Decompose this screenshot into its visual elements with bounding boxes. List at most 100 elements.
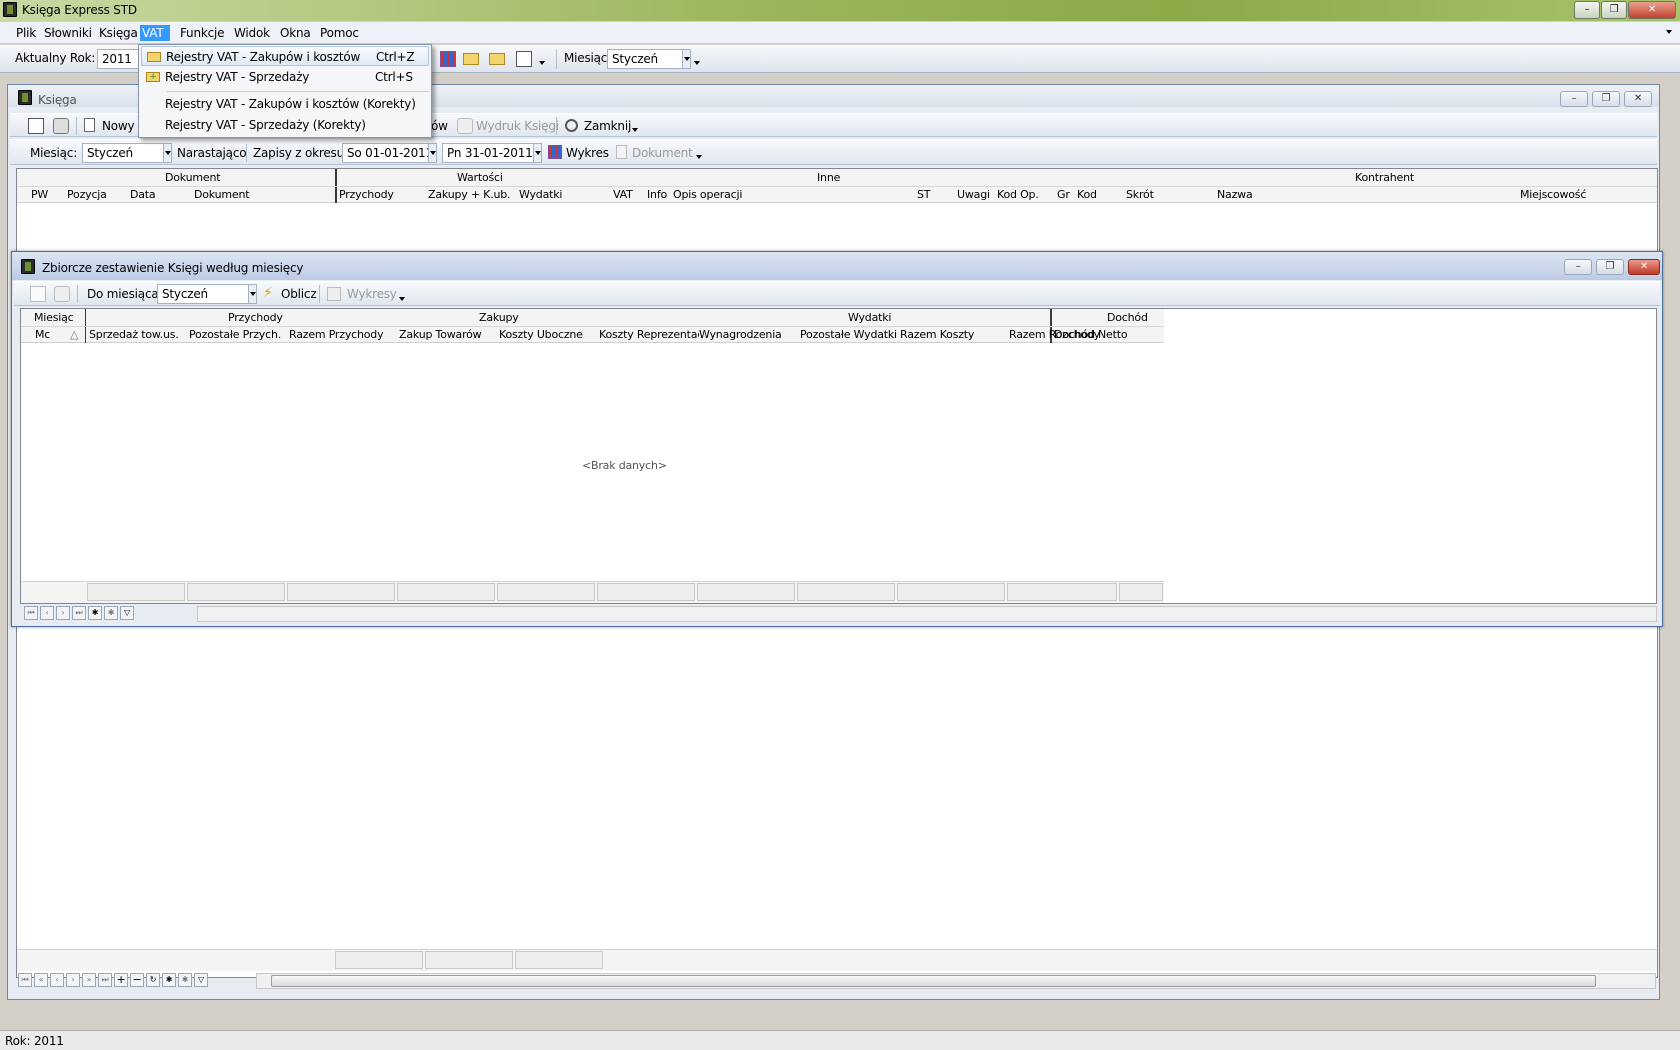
column-header-miejscowosc[interactable]: Miejscowość (1520, 187, 1586, 203)
menu-item-vat-sales-corrections[interactable]: Rejestry VAT - Sprzedaży (Korekty) (141, 115, 429, 135)
column-header-st[interactable]: ST (917, 187, 931, 203)
date-to-input[interactable]: Pn 31-01-2011 (442, 143, 542, 163)
last-record-icon[interactable]: ⏭ (98, 973, 112, 987)
restore-button[interactable]: ❐ (1601, 1, 1627, 19)
ksiega-hscrollbar[interactable] (256, 973, 1656, 989)
filter-icon[interactable]: ▽ (120, 606, 134, 620)
column-header-pozostale-przych[interactable]: Pozostałe Przych. (189, 327, 281, 343)
next-record-icon[interactable]: › (56, 606, 70, 620)
refresh-icon[interactable]: ↻ (146, 973, 160, 987)
chevron-down-icon[interactable] (399, 297, 405, 304)
column-header-wydatki[interactable]: Wydatki (519, 187, 562, 203)
column-header-vat[interactable]: VAT (613, 187, 633, 203)
chevron-down-icon[interactable] (694, 61, 700, 68)
zbiorcze-minimize-button[interactable]: – (1564, 259, 1592, 275)
goto-bookmark-icon[interactable]: ✱ (178, 973, 192, 987)
zbiorcze-close-button[interactable]: ✕ (1628, 259, 1660, 275)
column-header-przychody[interactable]: Przychody (339, 187, 394, 203)
menu-plik[interactable]: Plik (14, 25, 38, 41)
to-month-select[interactable]: Styczeń (157, 284, 257, 304)
column-header-pozycja[interactable]: Pozycja (67, 187, 107, 203)
close-window-button[interactable]: Zamknij (584, 119, 631, 133)
chevron-down-icon[interactable] (428, 144, 436, 162)
chevron-down-icon[interactable] (682, 50, 690, 68)
calculate-button[interactable]: Oblicz (281, 287, 317, 301)
prev-record-icon[interactable]: ‹ (40, 606, 54, 620)
delete-record-icon[interactable]: − (130, 973, 144, 987)
cumulative-toggle[interactable]: Narastająco (177, 146, 247, 160)
menu-item-vat-sales[interactable]: + Rejestry VAT - Sprzedaży Ctrl+S (141, 67, 429, 87)
menu-item-vat-purchases[interactable]: Rejestry VAT - Zakupów i kosztów Ctrl+Z (141, 46, 429, 66)
month-filter-select[interactable]: Styczeń (82, 143, 172, 163)
print-icon[interactable] (54, 286, 70, 302)
ksiega-restore-button[interactable]: ❐ (1592, 91, 1620, 107)
copy-icon[interactable] (516, 51, 532, 67)
column-header-wynagrodzenia[interactable]: Wynagrodzenia (699, 327, 782, 343)
column-header-kod[interactable]: Kod (1077, 187, 1097, 203)
close-button[interactable]: ✕ (1628, 1, 1676, 19)
menu-okna[interactable]: Okna (278, 25, 313, 41)
column-header-nazwa[interactable]: Nazwa (1217, 187, 1253, 203)
preview-icon[interactable] (28, 118, 44, 134)
column-header-info[interactable]: Info (647, 187, 667, 203)
column-header-dokument[interactable]: Dokument (194, 187, 250, 203)
chevron-down-icon[interactable] (163, 144, 171, 162)
prev-record-icon[interactable]: ‹ (50, 973, 64, 987)
prev-page-icon[interactable]: « (34, 973, 48, 987)
preview-icon[interactable] (30, 286, 46, 302)
ksiega-close-button[interactable]: ✕ (1624, 91, 1652, 107)
column-header-koszty-uboczne[interactable]: Koszty Uboczne (499, 327, 583, 343)
charts-button[interactable]: Wykresy (347, 287, 397, 301)
chevron-down-icon[interactable] (632, 128, 638, 135)
zbiorcze-restore-button[interactable]: ❐ (1596, 259, 1624, 275)
folder-add-icon[interactable] (489, 53, 505, 65)
scroll-thumb[interactable] (271, 975, 1596, 987)
folder-icon[interactable] (463, 53, 479, 65)
ksiega-minimize-button[interactable]: – (1560, 91, 1588, 107)
date-from-input[interactable]: So 01-01-2011 (342, 143, 437, 163)
menu-funkcje[interactable]: Funkcje (178, 25, 226, 41)
chevron-down-icon[interactable] (696, 155, 702, 162)
column-header-gr[interactable]: Gr (1057, 187, 1070, 203)
column-header-zakup-towarow[interactable]: Zakup Towarów (399, 327, 482, 343)
chevron-down-icon[interactable] (533, 144, 541, 162)
menu-widok[interactable]: Widok (232, 25, 272, 41)
column-header-pw[interactable]: PW (31, 187, 48, 203)
chevron-down-icon[interactable] (248, 285, 256, 303)
column-header-sprzedaz[interactable]: Sprzedaż tow.us. (89, 327, 179, 343)
column-header-data[interactable]: Data (130, 187, 156, 203)
document-button[interactable]: Dokument (632, 146, 693, 160)
next-record-icon[interactable]: › (66, 973, 80, 987)
column-header-razem-przychody[interactable]: Razem Przychody (289, 327, 384, 343)
menu-ksiega[interactable]: Księga (97, 25, 140, 41)
column-header-kod-op[interactable]: Kod Op. (997, 187, 1039, 203)
hidden-button-label[interactable]: ów (431, 119, 448, 133)
first-record-icon[interactable]: ⏮ (24, 606, 38, 620)
bookmark-icon[interactable]: ✱ (88, 606, 102, 620)
chevron-down-icon[interactable] (539, 61, 545, 68)
zbiorcze-hscrollbar[interactable] (197, 606, 1657, 622)
column-header-zakupy[interactable]: Zakupy + K.ub. (428, 187, 511, 203)
filter-icon[interactable]: ▽ (194, 973, 208, 987)
first-record-icon[interactable]: ⏮ (18, 973, 32, 987)
column-header-mc[interactable]: Mc (35, 327, 50, 343)
menu-overflow-icon[interactable] (1666, 30, 1672, 37)
column-header-dochod-netto[interactable]: Dochód Netto (1054, 327, 1128, 343)
last-record-icon[interactable]: ⏭ (72, 606, 86, 620)
column-header-koszty-reprezentac[interactable]: Koszty Reprezentac (599, 327, 699, 343)
column-header-uwagi[interactable]: Uwagi (957, 187, 990, 203)
bookmark-icon[interactable]: ✱ (162, 973, 176, 987)
sort-asc-icon[interactable]: △ (70, 327, 78, 343)
menu-item-vat-purchases-corrections[interactable]: Rejestry VAT - Zakupów i kosztów (Korekt… (141, 94, 429, 114)
menu-vat[interactable]: VAT (140, 25, 170, 41)
print-book-button[interactable]: Wydruk Księgi (476, 119, 559, 133)
register-icon[interactable] (440, 51, 456, 67)
chart-button[interactable]: Wykres (566, 146, 609, 160)
menu-pomoc[interactable]: Pomoc (318, 25, 361, 41)
column-header-skrot[interactable]: Skrót (1126, 187, 1154, 203)
column-header-pozostale-wydatki[interactable]: Pozostałe Wydatki (800, 327, 897, 343)
column-header-razem-koszty[interactable]: Razem Koszty (900, 327, 974, 343)
print-icon[interactable] (53, 118, 69, 134)
new-button[interactable]: Nowy (102, 119, 135, 133)
year-input[interactable]: 2011 (97, 49, 143, 69)
